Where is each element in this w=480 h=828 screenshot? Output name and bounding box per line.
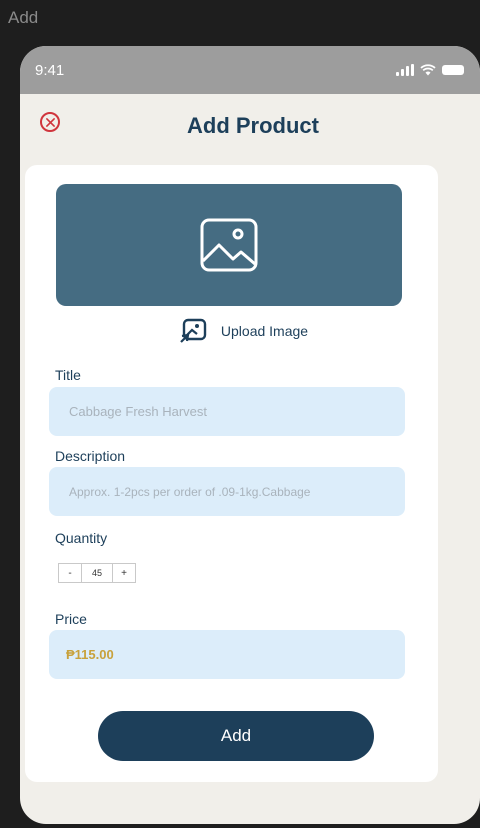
frame-title: Add <box>8 8 39 27</box>
page-title: Add Product <box>187 113 319 138</box>
add-button[interactable]: Add <box>98 711 374 761</box>
price-label: Price <box>55 611 87 627</box>
battery-icon <box>442 65 464 75</box>
description-label: Description <box>55 448 126 464</box>
quantity-increment-button[interactable]: + <box>113 564 135 582</box>
status-bar: 9:41 <box>20 46 480 94</box>
quantity-label: Quantity <box>55 530 108 546</box>
status-time: 9:41 <box>35 61 65 79</box>
title-label: Title <box>55 367 81 383</box>
product-form-card: Upload Image Title Description Quantity … <box>25 165 438 782</box>
upload-image-label: Upload Image <box>220 323 309 339</box>
quantity-decrement-button[interactable]: - <box>59 564 81 582</box>
header: Add Product <box>20 94 480 166</box>
price-input[interactable] <box>49 630 405 679</box>
signal-icon <box>396 64 414 76</box>
status-icons <box>396 64 464 76</box>
upload-image-icon <box>180 318 207 343</box>
quantity-stepper: - 45 + <box>58 563 136 583</box>
upload-image-button[interactable]: Upload Image <box>25 318 438 344</box>
description-input[interactable] <box>49 467 405 516</box>
title-input[interactable] <box>49 387 405 436</box>
image-icon <box>200 218 258 272</box>
quantity-value[interactable]: 45 <box>81 564 113 582</box>
image-preview[interactable] <box>56 184 402 306</box>
wifi-icon <box>420 64 436 76</box>
